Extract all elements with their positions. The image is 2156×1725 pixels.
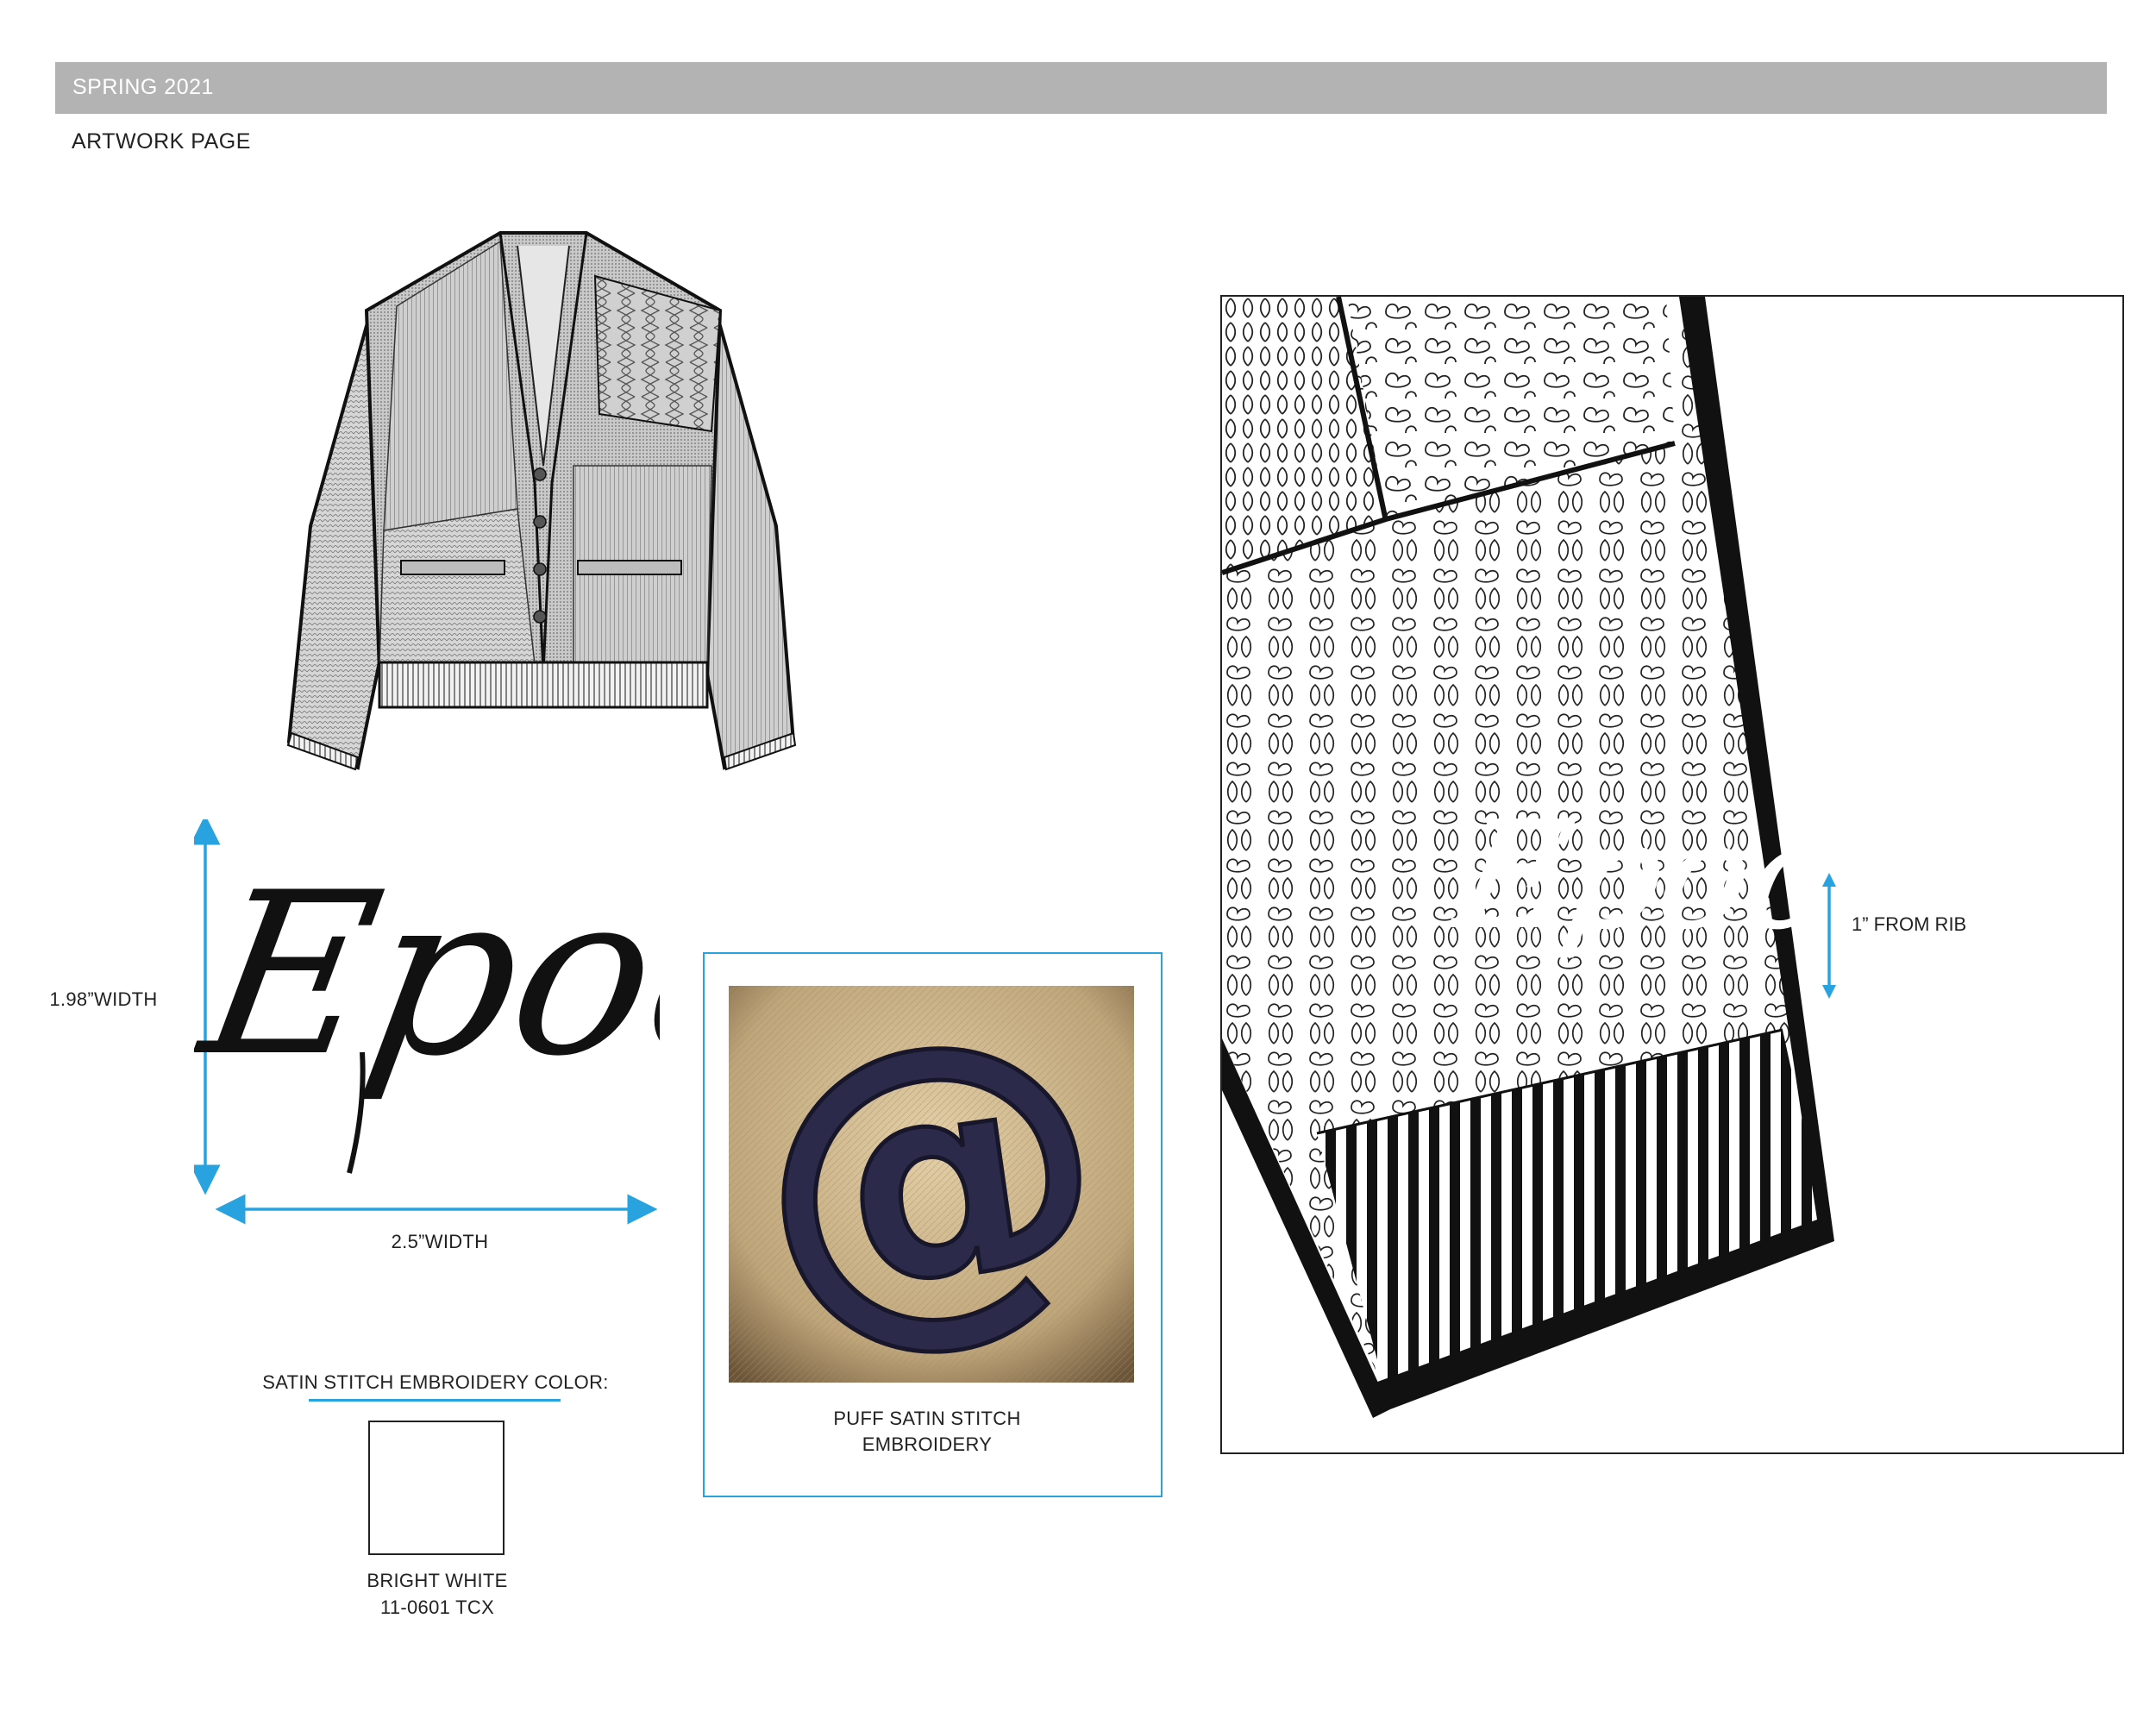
heading-underline — [309, 1399, 561, 1402]
epoc-logo-script: Epoc — [194, 844, 660, 1106]
logo-height-label: 1.98”WIDTH — [49, 988, 158, 1010]
sleeve-detail-illustration: Epoc 1” FROM RIB — [1222, 297, 1966, 1418]
logo-width-label: 2.5”WIDTH — [391, 1231, 489, 1252]
season-label: SPRING 2021 — [72, 75, 214, 99]
color-name-label: BRIGHT WHITE — [367, 1570, 508, 1591]
season-header-bar: SPRING 2021 — [55, 62, 2107, 114]
rib-placement-label: 1” FROM RIB — [1852, 913, 1966, 935]
cardigan-flat-sketch — [286, 231, 797, 771]
color-swatch — [368, 1421, 505, 1555]
sleeve-logo-placement: Epoc — [1443, 791, 1846, 961]
sleeve-detail-frame: Epoc 1” FROM RIB — [1220, 295, 2124, 1454]
puff-embroidery-photo: @ — [729, 986, 1134, 1383]
embroidery-color-heading: SATIN STITCH EMBROIDERY COLOR: — [262, 1371, 609, 1393]
color-code-label: 11-0601 TCX — [379, 1596, 495, 1618]
puff-caption-line2: EMBROIDERY — [862, 1433, 993, 1455]
at-sign-glyph: @ — [731, 986, 1129, 1383]
page-title: ARTWORK PAGE — [72, 129, 251, 154]
logo-dimension-diagram: Epoc — [194, 819, 660, 1225]
puff-caption-line1: PUFF SATIN STITCH — [833, 1408, 1021, 1429]
